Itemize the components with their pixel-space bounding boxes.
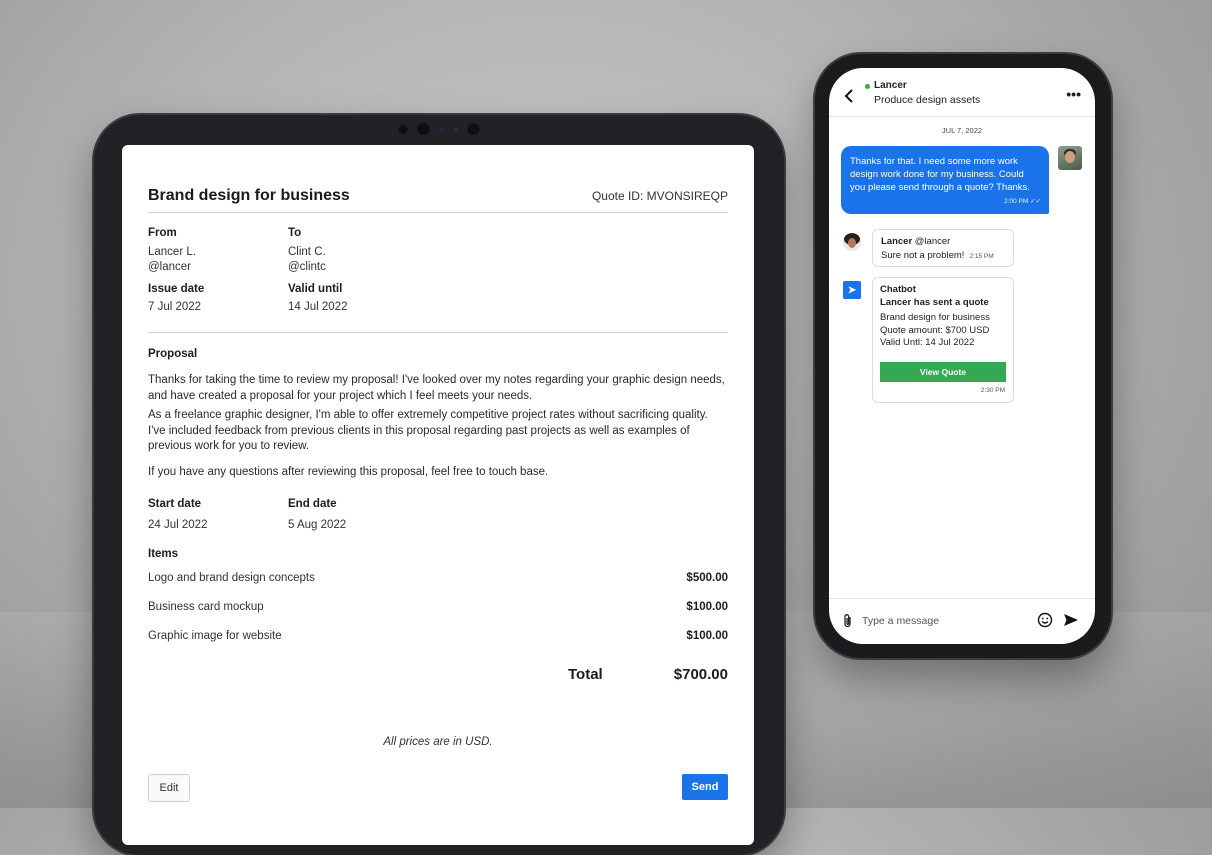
chatbot-message: Chatbot Lancer has sent a quote Brand de… bbox=[872, 277, 1014, 403]
back-arrow-icon[interactable] bbox=[843, 88, 855, 104]
issue-date-label: Issue date bbox=[148, 283, 205, 295]
item-name: Logo and brand design concepts bbox=[148, 572, 315, 584]
chat-contact-name: Lancer bbox=[874, 80, 907, 91]
chatbot-line: Brand design for business bbox=[880, 312, 990, 323]
tablet-device: Brand design for business Quote ID: MVON… bbox=[94, 115, 784, 855]
emoji-icon[interactable] bbox=[1037, 612, 1053, 628]
chat-screen: Lancer Produce design assets ••• JUL 7, … bbox=[829, 68, 1095, 644]
to-name: Clint C. bbox=[288, 246, 326, 258]
from-name: Lancer L. bbox=[148, 246, 196, 258]
chatbot-headline: Lancer has sent a quote bbox=[880, 296, 989, 308]
proposal-paragraph: As a freelance graphic designer, I'm abl… bbox=[148, 409, 708, 452]
online-status-icon bbox=[865, 84, 870, 89]
avatar bbox=[1058, 146, 1082, 170]
chatbot-line: Valid Untl: 14 Jul 2022 bbox=[880, 337, 975, 348]
start-date-label: Start date bbox=[148, 498, 202, 510]
item-price: $100.00 bbox=[686, 601, 728, 613]
avatar bbox=[843, 233, 861, 251]
paperclip-icon[interactable] bbox=[842, 613, 854, 629]
issue-date: 7 Jul 2022 bbox=[148, 301, 202, 313]
currency-note: All prices are in USD. bbox=[383, 736, 493, 748]
quote-screen: Brand design for business Quote ID: MVON… bbox=[122, 145, 754, 845]
from-handle: @lancer bbox=[148, 261, 191, 273]
camera-lens-secondary bbox=[467, 123, 480, 135]
proposal-label: Proposal bbox=[148, 348, 198, 360]
camera-sensor bbox=[439, 126, 445, 132]
item-name: Business card mockup bbox=[148, 601, 264, 613]
outgoing-message-time: 2:00 PM ✓✓ bbox=[1004, 198, 1041, 205]
message-composer: Type a message bbox=[829, 598, 1095, 644]
item-name: Graphic image for website bbox=[148, 630, 282, 642]
camera-dot bbox=[398, 124, 408, 134]
start-date: 24 Jul 2022 bbox=[148, 519, 208, 531]
quote-title: Brand design for business bbox=[148, 187, 350, 204]
item-price: $500.00 bbox=[686, 572, 728, 584]
outgoing-message: Thanks for that. I need some more work d… bbox=[841, 146, 1049, 214]
phone-device: Lancer Produce design assets ••• JUL 7, … bbox=[815, 54, 1111, 658]
message-input[interactable]: Type a message bbox=[862, 615, 939, 627]
incoming-message: Lancer @lancer Sure not a problem! 2:15 P… bbox=[872, 229, 1014, 267]
camera-indicator bbox=[454, 127, 458, 131]
proposal-paragraph: If you have any questions after reviewin… bbox=[148, 466, 549, 478]
chat-date-separator: JUL 7, 2022 bbox=[941, 126, 983, 135]
item-price: $100.00 bbox=[686, 630, 728, 642]
incoming-message-time: 2:15 PM bbox=[969, 253, 994, 260]
more-horizontal-icon[interactable]: ••• bbox=[1066, 86, 1081, 102]
header-divider bbox=[148, 212, 728, 213]
send-icon[interactable] bbox=[1063, 612, 1079, 628]
end-date: 5 Aug 2022 bbox=[288, 519, 347, 531]
total-value: $700.00 bbox=[673, 666, 728, 683]
total-label: Total bbox=[568, 666, 603, 683]
send-button[interactable]: Send bbox=[682, 774, 728, 800]
outgoing-message-text: Thanks for that. I need some more work d… bbox=[850, 156, 1030, 193]
message-handle: @lancer bbox=[914, 236, 951, 247]
quote-id: Quote ID: MVONSIREQP bbox=[591, 189, 728, 203]
from-label: From bbox=[148, 227, 177, 239]
items-label: Items bbox=[148, 548, 179, 560]
details-divider bbox=[148, 332, 728, 333]
to-label: To bbox=[288, 227, 302, 239]
valid-until-label: Valid until bbox=[288, 283, 343, 295]
end-date-label: End date bbox=[288, 498, 337, 510]
chat-header: Lancer Produce design assets ••• bbox=[829, 68, 1095, 117]
chatbot-logo-icon: ➤ bbox=[843, 281, 861, 299]
valid-until-date: 14 Jul 2022 bbox=[288, 301, 348, 313]
chatbot-message-time: 2:30 PM bbox=[980, 386, 1005, 394]
edit-button[interactable]: Edit bbox=[148, 774, 190, 802]
tablet-camera bbox=[398, 123, 480, 135]
incoming-message-text: Sure not a problem! bbox=[881, 250, 965, 261]
chat-subtitle: Produce design assets bbox=[874, 94, 981, 106]
message-sender: Chatbot bbox=[880, 284, 916, 295]
proposal-paragraph: Thanks for taking the time to review my … bbox=[148, 374, 725, 402]
chatbot-line: Quote amount: $700 USD bbox=[880, 324, 990, 336]
camera-lens bbox=[417, 123, 430, 135]
view-quote-button[interactable]: View Quote bbox=[880, 362, 1006, 382]
to-handle: @clintc bbox=[288, 261, 326, 273]
double-check-icon: ✓✓ bbox=[1030, 198, 1041, 205]
message-sender: Lancer bbox=[881, 236, 913, 247]
